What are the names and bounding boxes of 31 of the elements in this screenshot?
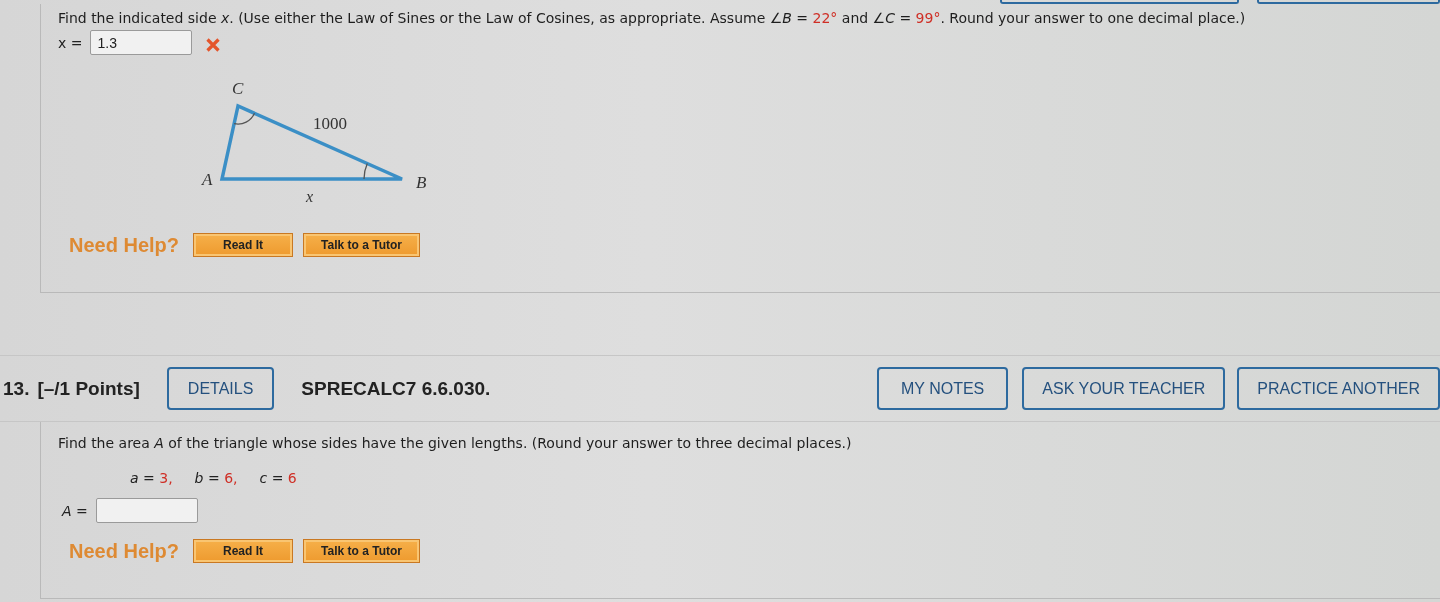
action-button[interactable]: PRACTICE ANOTHER xyxy=(1237,367,1440,410)
points-label: [–/1 Points] xyxy=(37,377,140,400)
vertex-label: B xyxy=(416,173,427,192)
question-number: 13. xyxy=(3,377,30,400)
answer-field[interactable] xyxy=(95,498,198,523)
answer-label: x = xyxy=(58,34,83,51)
tutor-button[interactable]: Talk to a Tutor xyxy=(303,539,421,563)
action-button[interactable]: MY NOTES xyxy=(877,367,1009,410)
help-label: Need Help? xyxy=(69,233,180,257)
answer-label: A = xyxy=(62,502,88,519)
side-label: 1000 xyxy=(313,114,347,133)
action-button[interactable]: ASK YOUR TEACHER xyxy=(1022,367,1226,410)
question-text: Find the indicated side x. (Use either the Law of Sines or the Law of Cosines, as appropriate. Assume ∠B = 22° and ∠C = 99°. Round your answer to one decimal place.) xyxy=(58,9,1246,27)
button-edge[interactable] xyxy=(1000,0,1239,4)
vertex-label: C xyxy=(232,79,244,98)
details-button[interactable]: DETAILS xyxy=(166,367,275,410)
question-text: Find the area A of the triangle whose sides have the given lengths. (Round your answer to three decimal places.) xyxy=(58,434,852,452)
angle-arc xyxy=(233,112,256,125)
side-label: x xyxy=(306,188,314,205)
given-value: b = 6, xyxy=(194,470,238,486)
given-value: a = 3, xyxy=(130,470,173,486)
read-it-button[interactable]: Read It xyxy=(193,233,294,257)
read-it-button[interactable]: Read It xyxy=(193,539,294,563)
answer-field[interactable]: 1.3 xyxy=(90,30,193,55)
vertex-label: A xyxy=(202,170,213,189)
button-edge[interactable] xyxy=(1256,0,1440,4)
tutor-button[interactable]: Talk to a Tutor xyxy=(303,233,421,257)
problem-code: SPRECALC7 6.6.030. xyxy=(301,377,491,400)
angle-arc xyxy=(363,162,368,180)
given-value: c = 6 xyxy=(259,470,297,486)
help-label: Need Help? xyxy=(69,539,180,563)
